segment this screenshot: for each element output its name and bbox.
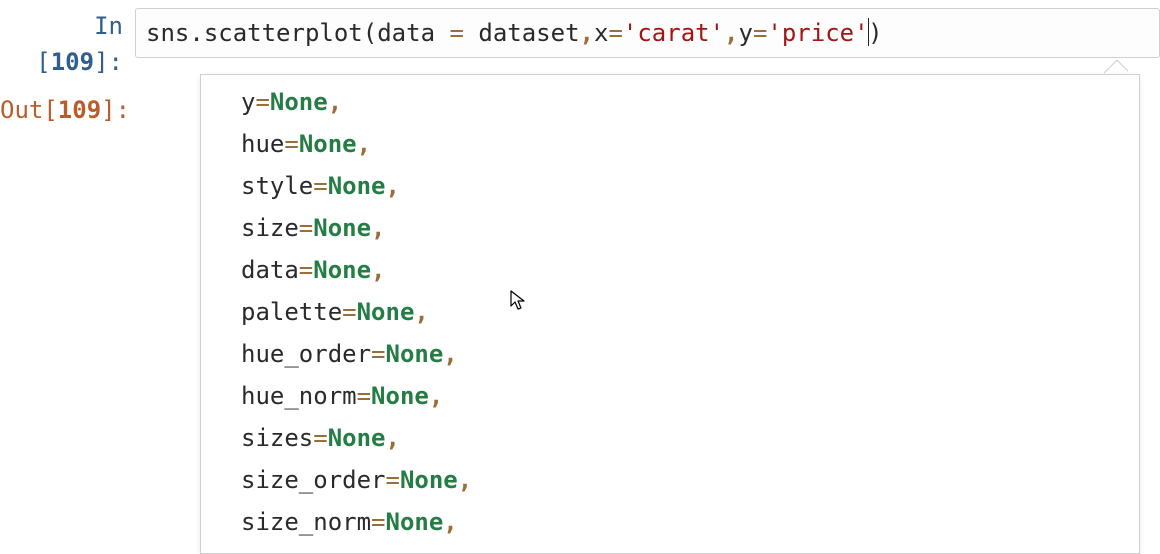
val-y: 'price': [767, 19, 868, 47]
param-default: None: [299, 130, 357, 158]
param-comma: ,: [386, 172, 400, 200]
param-comma: ,: [386, 424, 400, 452]
param-name: palette: [241, 298, 342, 326]
param-default: None: [386, 508, 444, 536]
param-eq: =: [299, 256, 313, 284]
tooltip-param-line: data=None,: [241, 249, 1099, 291]
code-input-area[interactable]: sns.scatterplot(data = dataset,x='carat'…: [135, 8, 1160, 58]
tooltip-param-line: style=None,: [241, 165, 1099, 207]
param-eq: =: [313, 172, 327, 200]
code-open-paren: (: [363, 19, 377, 47]
tooltip-param-line: size_norm=None,: [241, 501, 1099, 543]
param-eq: =: [342, 298, 356, 326]
tooltip-param-line: hue=None,: [241, 123, 1099, 165]
kw-y: y: [739, 19, 753, 47]
tooltip-param-line: hue_norm=None,: [241, 375, 1099, 417]
code-object: sns: [146, 19, 189, 47]
param-name: sizes: [241, 424, 313, 452]
param-comma: ,: [357, 130, 371, 158]
param-name: hue: [241, 130, 284, 158]
param-default: None: [270, 88, 328, 116]
eq1: =: [449, 19, 463, 47]
param-name: size_norm: [241, 508, 371, 536]
comma2: ,: [724, 19, 738, 47]
param-name: style: [241, 172, 313, 200]
param-eq: =: [386, 466, 400, 494]
out-suffix: ]:: [101, 96, 130, 124]
param-default: None: [400, 466, 458, 494]
input-prompt: In [109]:: [0, 8, 135, 80]
tooltip-param-line: sizes=None,: [241, 417, 1099, 459]
tooltip-param-line: size_order=None,: [241, 459, 1099, 501]
param-eq: =: [371, 508, 385, 536]
comma1: ,: [580, 19, 594, 47]
code-close-paren: ): [868, 19, 882, 47]
param-default: None: [328, 172, 386, 200]
in-suffix: ]:: [94, 48, 123, 76]
param-name: size_order: [241, 466, 386, 494]
kw-x: x: [594, 19, 608, 47]
param-comma: ,: [443, 508, 457, 536]
input-cell-row: In [109]: sns.scatterplot(data = dataset…: [0, 0, 1160, 84]
signature-tooltip[interactable]: y=None,hue=None,style=None,size=None,dat…: [200, 74, 1140, 554]
param-eq: =: [371, 340, 385, 368]
output-prompt: Out[109]:: [0, 92, 135, 128]
param-comma: ,: [371, 214, 385, 242]
val-x: 'carat': [623, 19, 724, 47]
param-name: data: [241, 256, 299, 284]
out-prefix: Out[: [0, 96, 58, 124]
param-default: None: [313, 256, 371, 284]
param-default: None: [371, 382, 429, 410]
param-name: hue_order: [241, 340, 371, 368]
param-eq: =: [299, 214, 313, 242]
tooltip-param-line: size=None,: [241, 207, 1099, 249]
param-name: size: [241, 214, 299, 242]
param-comma: ,: [443, 340, 457, 368]
param-default: None: [357, 298, 415, 326]
param-eq: =: [357, 382, 371, 410]
val-data: dataset: [478, 19, 579, 47]
in-number: 109: [51, 48, 94, 76]
param-name: hue_norm: [241, 382, 357, 410]
code-dot: .: [189, 19, 203, 47]
param-eq: =: [255, 88, 269, 116]
tooltip-param-line: hue_order=None,: [241, 333, 1099, 375]
kw-data: data: [377, 19, 435, 47]
param-comma: ,: [458, 466, 472, 494]
tooltip-param-line: palette=None,: [241, 291, 1099, 333]
tooltip-param-line: y=None,: [241, 81, 1099, 123]
eq2: =: [608, 19, 622, 47]
tooltip-arrow: [1104, 60, 1128, 74]
param-comma: ,: [328, 88, 342, 116]
param-eq: =: [313, 424, 327, 452]
param-default: None: [328, 424, 386, 452]
param-comma: ,: [371, 256, 385, 284]
param-name: y: [241, 88, 255, 116]
eq3: =: [753, 19, 767, 47]
param-comma: ,: [429, 382, 443, 410]
param-default: None: [386, 340, 444, 368]
out-number: 109: [58, 96, 101, 124]
param-comma: ,: [414, 298, 428, 326]
param-default: None: [313, 214, 371, 242]
param-eq: =: [284, 130, 298, 158]
code-function: scatterplot: [204, 19, 363, 47]
